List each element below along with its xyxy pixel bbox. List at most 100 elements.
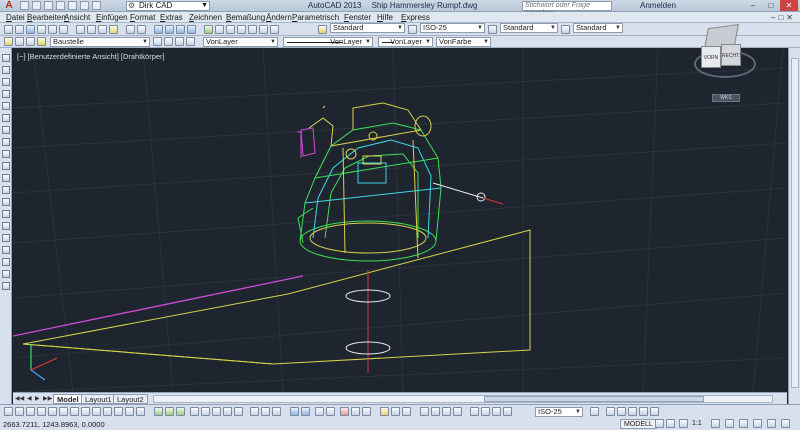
isolate-icon[interactable] xyxy=(628,407,637,416)
menu-express[interactable]: Express xyxy=(401,12,430,23)
snap-icon[interactable] xyxy=(4,407,13,416)
markup-icon[interactable] xyxy=(248,25,257,34)
table-style-select[interactable]: Standard ▼ xyxy=(500,23,558,33)
zoom-previous-icon[interactable] xyxy=(187,25,196,34)
drawing-canvas[interactable] xyxy=(13,48,787,392)
redo-icon[interactable] xyxy=(92,1,101,10)
align-leader-icon[interactable] xyxy=(453,407,462,416)
grid-icon[interactable] xyxy=(15,407,24,416)
print-icon[interactable] xyxy=(68,1,77,10)
line-icon[interactable] xyxy=(2,54,10,62)
calculator-icon[interactable] xyxy=(259,25,268,34)
mtext-icon[interactable] xyxy=(2,270,10,278)
wcs-menu[interactable]: WKS xyxy=(712,94,740,102)
dim-style-select[interactable]: ISO-25 ▼ xyxy=(420,23,485,33)
zoom-realtime-icon[interactable] xyxy=(165,25,174,34)
dim-aligned-icon[interactable] xyxy=(165,407,174,416)
tolerance-icon[interactable] xyxy=(290,407,299,416)
viewport-menu[interactable]: [−] xyxy=(17,52,26,61)
polygon-icon[interactable] xyxy=(2,90,10,98)
make-block-icon[interactable] xyxy=(2,198,10,206)
menu-format[interactable]: Format xyxy=(130,12,155,23)
lineweight-select[interactable]: VonLayer ▼ xyxy=(378,37,433,47)
dim-angular-icon[interactable] xyxy=(234,407,243,416)
layer-properties-icon[interactable] xyxy=(4,37,13,46)
save-icon[interactable] xyxy=(44,1,53,10)
baseline-icon[interactable] xyxy=(261,407,270,416)
workspace-select[interactable]: ⚙ Dirk CAD ▼ xyxy=(126,1,210,11)
dim-break-icon[interactable] xyxy=(492,407,501,416)
ellipse-arc-icon[interactable] xyxy=(2,174,10,182)
undo-icon[interactable] xyxy=(80,1,89,10)
dim-radius-icon[interactable] xyxy=(201,407,210,416)
toolbar-lock-icon[interactable] xyxy=(739,419,748,428)
layer-isolate-icon[interactable] xyxy=(186,37,195,46)
viewport-controls-label[interactable]: [−] [Benutzerdefinierte Ansicht] [Drahtkör… xyxy=(17,52,167,61)
quick-view-layouts-icon[interactable] xyxy=(655,419,664,428)
prev-tab-icon[interactable]: ◀ xyxy=(27,395,32,402)
3d-osnap-icon[interactable] xyxy=(59,407,68,416)
sun-icon[interactable] xyxy=(26,37,35,46)
lock-ui-icon[interactable] xyxy=(617,407,626,416)
construction-line-icon[interactable] xyxy=(2,66,10,74)
minimize-icon[interactable]: – xyxy=(744,0,762,11)
copy-icon[interactable] xyxy=(87,25,96,34)
sheet-set-icon[interactable] xyxy=(237,25,246,34)
text-style-select[interactable]: Standard ▼ xyxy=(330,23,405,33)
menu-bemassung[interactable]: Bemaßung xyxy=(226,12,265,23)
coordinates-readout[interactable]: 2663.7211, 1243.8963, 0.0000 xyxy=(3,420,105,430)
continue-icon[interactable] xyxy=(272,407,281,416)
vertical-scrollbar-track[interactable] xyxy=(791,58,799,388)
linetype-select[interactable]: VonLayer ▼ xyxy=(283,37,373,47)
tab-model[interactable]: Model xyxy=(53,394,83,404)
menu-ansicht[interactable]: Ansicht xyxy=(64,12,90,23)
ortho-icon[interactable] xyxy=(26,407,35,416)
hatch-icon[interactable] xyxy=(2,222,10,230)
mleader-style-select[interactable]: Standard ▼ xyxy=(573,23,623,33)
menu-hilfe[interactable]: Hilfe xyxy=(377,12,393,23)
horizontal-scrollbar[interactable] xyxy=(153,395,773,403)
osnap-icon[interactable] xyxy=(48,407,57,416)
dim-linear-icon[interactable] xyxy=(154,407,163,416)
maximize-icon[interactable]: □ xyxy=(762,0,780,11)
match-properties-icon[interactable] xyxy=(109,25,118,34)
quick-dim-icon[interactable] xyxy=(250,407,259,416)
point-icon[interactable] xyxy=(2,210,10,218)
quick-properties-icon[interactable] xyxy=(125,407,134,416)
next-tab-icon[interactable]: ▶ xyxy=(35,395,40,402)
revcloud-icon[interactable] xyxy=(2,138,10,146)
dim-edit-icon[interactable] xyxy=(340,407,349,416)
drawing-viewport[interactable]: [−] [Benutzerdefinierte Ansicht] [Drahtkör… xyxy=(13,48,787,392)
workspace-settings-icon[interactable] xyxy=(725,419,734,428)
make-current-layer-icon[interactable] xyxy=(153,37,162,46)
ducs-icon[interactable] xyxy=(81,407,90,416)
layer-select[interactable]: Baustelle ▼ xyxy=(50,37,150,47)
new-icon[interactable] xyxy=(20,1,29,10)
quick-view-drawings-icon[interactable] xyxy=(666,419,675,428)
dim-update-icon[interactable] xyxy=(362,407,371,416)
model-space-button[interactable]: MODELL xyxy=(620,419,657,429)
dim-override-icon[interactable] xyxy=(590,407,599,416)
annotation-visibility-icon[interactable] xyxy=(679,419,688,428)
circle-icon[interactable] xyxy=(2,126,10,134)
dim-jogged-icon[interactable] xyxy=(212,407,221,416)
close-icon[interactable]: ✕ xyxy=(780,0,798,11)
dim-space-icon[interactable] xyxy=(481,407,490,416)
help-search-input[interactable]: Stichwort oder Frage eingeben xyxy=(522,1,612,17)
viewcube[interactable]: VORN RECHTS WKS xyxy=(688,22,760,112)
fullscreen-icon[interactable] xyxy=(781,419,790,428)
aa-text-icon[interactable] xyxy=(470,407,479,416)
properties-icon[interactable] xyxy=(204,25,213,34)
area-icon[interactable] xyxy=(380,407,389,416)
open-icon[interactable] xyxy=(15,25,24,34)
save-as-icon[interactable] xyxy=(56,1,65,10)
workspace-switch-icon[interactable] xyxy=(606,407,615,416)
application-menu-button[interactable]: A xyxy=(2,1,16,11)
paste-icon[interactable] xyxy=(98,25,107,34)
menu-datei[interactable]: Datei xyxy=(6,12,25,23)
center-mark-icon[interactable] xyxy=(301,407,310,416)
menu-zeichnen[interactable]: Zeichnen xyxy=(189,12,222,23)
login-button[interactable]: Anmelden xyxy=(640,1,676,11)
inspect-icon[interactable] xyxy=(315,407,324,416)
visual-style-control[interactable]: [Drahtkörper] xyxy=(121,52,165,61)
